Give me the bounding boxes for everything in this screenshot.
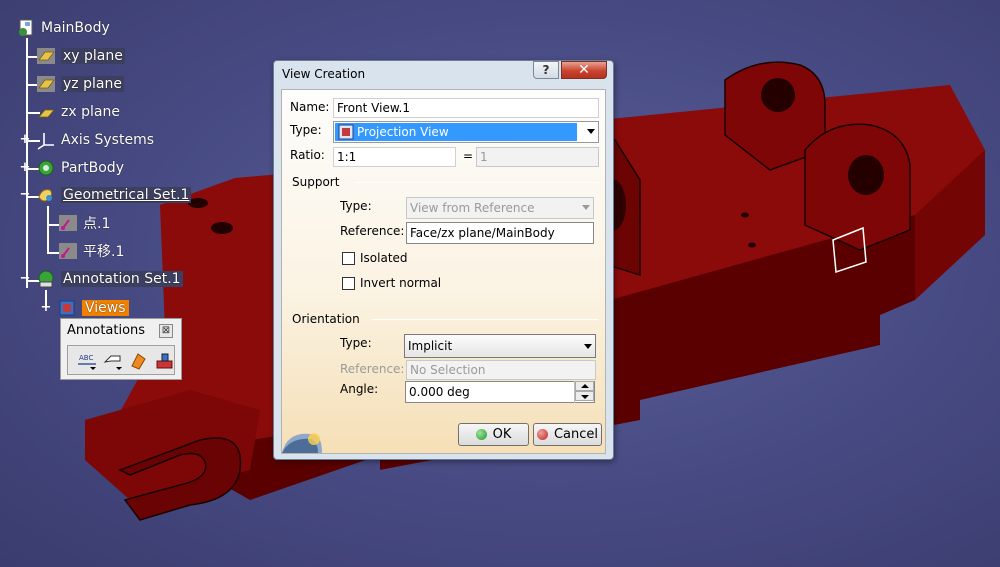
orientation-type-dropdown[interactable]: Implicit — [404, 334, 596, 358]
support-type-label: Type: — [340, 199, 372, 213]
tree-node-translate[interactable]: 平移.1 — [58, 240, 124, 262]
orientation-group-title: Orientation — [292, 312, 360, 326]
tree-node-xy-plane[interactable]: xy plane — [36, 45, 125, 67]
translate-icon — [58, 241, 78, 261]
dialog-content: Name: Front View.1 Type: Projection View… — [281, 89, 606, 454]
gear-icon — [36, 158, 56, 178]
toolbar-close-button[interactable]: ⊠ — [159, 324, 173, 338]
collapse-icon[interactable]: − — [19, 272, 31, 285]
ok-button[interactable]: OK — [458, 423, 529, 446]
support-divider — [354, 182, 599, 183]
svg-text:ABC: ABC — [79, 354, 93, 362]
collapse-icon[interactable]: − — [19, 188, 31, 201]
dialog-titlebar[interactable]: View Creation ? ✕ — [274, 61, 613, 85]
tree-node-annotation-set[interactable]: − Annotation Set.1 — [20, 268, 183, 290]
ratio-equals: = — [463, 149, 474, 163]
ok-icon — [475, 429, 487, 440]
toolbar-title: Annotations — [67, 323, 146, 338]
toolbar-tools: ABC — [67, 345, 175, 375]
name-label: Name: — [290, 100, 330, 114]
tree-node-views[interactable]: + Views — [41, 297, 129, 319]
plane-icon — [36, 74, 56, 94]
tree-node-axis-systems[interactable]: + Axis Systems — [20, 129, 154, 151]
flag-note-icon[interactable] — [102, 349, 124, 371]
expand-icon[interactable]: + — [40, 301, 52, 314]
type-label: Type: — [290, 123, 322, 137]
chevron-down-icon — [584, 344, 592, 349]
tree-node-geometrical-set[interactable]: − Geometrical Set.1 — [20, 184, 192, 206]
expand-icon[interactable]: + — [19, 161, 31, 174]
views-icon — [57, 298, 77, 318]
projection-view-icon — [338, 124, 354, 140]
orientation-divider — [372, 319, 599, 320]
geometrical-set-icon — [36, 185, 56, 205]
tree-node-zx-plane[interactable]: zx plane — [36, 101, 120, 123]
plane-icon — [36, 102, 56, 122]
point-icon — [58, 213, 78, 233]
angle-label: Angle: — [340, 382, 379, 396]
model-lug-right — [804, 123, 911, 251]
support-type-dropdown: View from Reference — [406, 197, 594, 219]
support-reference-field[interactable]: Face/zx plane/MainBody — [406, 222, 594, 244]
help-button[interactable]: ? — [533, 61, 559, 79]
tree-node-point[interactable]: 点.1 — [58, 212, 110, 234]
cancel-button[interactable]: Cancel — [533, 423, 602, 446]
dialog-title: View Creation — [282, 67, 366, 81]
ratio-label: Ratio: — [290, 148, 325, 162]
view-type-dropdown[interactable]: Projection View — [333, 121, 599, 143]
annotation-set-icon — [36, 269, 56, 289]
view-creation-dialog[interactable]: View Creation ? ✕ Name: Front View.1 Typ… — [273, 60, 614, 460]
specification-tree[interactable]: MainBody xy plane yz plane zx plane + Ax… — [0, 0, 260, 330]
tree-node-mainbody[interactable]: MainBody — [16, 17, 110, 39]
orientation-reference-label: Reference: — [340, 362, 405, 376]
tree-node-yz-plane[interactable]: yz plane — [36, 73, 124, 95]
part-document-icon — [16, 18, 36, 38]
chevron-down-icon — [582, 205, 590, 210]
isolated-label: Isolated — [360, 251, 408, 265]
close-button[interactable]: ✕ — [561, 61, 607, 79]
view-type-value: Projection View — [357, 125, 449, 139]
globe-icon — [282, 425, 322, 453]
ratio-field[interactable]: 1:1 — [333, 147, 456, 167]
spin-up-icon[interactable] — [575, 381, 594, 391]
angle-spinner[interactable] — [574, 381, 594, 403]
name-field[interactable]: Front View.1 — [333, 98, 599, 118]
plane-icon — [36, 46, 56, 66]
spin-down-icon[interactable] — [575, 391, 594, 401]
ratio-result-field: 1 — [476, 147, 599, 167]
text-annotation-icon[interactable]: ABC — [76, 349, 98, 371]
invert-normal-label: Invert normal — [360, 276, 442, 290]
support-reference-label: Reference: — [340, 224, 405, 238]
cancel-icon — [536, 429, 548, 440]
expand-icon[interactable]: + — [19, 133, 31, 146]
chevron-down-icon — [587, 129, 595, 134]
invert-normal-checkbox[interactable] — [342, 277, 355, 290]
annotation-plane-icon[interactable] — [128, 349, 150, 371]
orientation-reference-field: No Selection — [406, 360, 596, 380]
isolated-checkbox[interactable] — [342, 252, 355, 265]
angle-field[interactable]: 0.000 deg — [405, 381, 595, 403]
support-group-title: Support — [292, 175, 340, 189]
annotation-view-icon[interactable] — [154, 349, 176, 371]
annotations-toolbar[interactable]: Annotations ⊠ ABC — [60, 318, 182, 380]
orientation-type-label: Type: — [340, 336, 372, 350]
tree-node-partbody[interactable]: + PartBody — [20, 157, 124, 179]
axis-system-icon — [36, 130, 56, 150]
